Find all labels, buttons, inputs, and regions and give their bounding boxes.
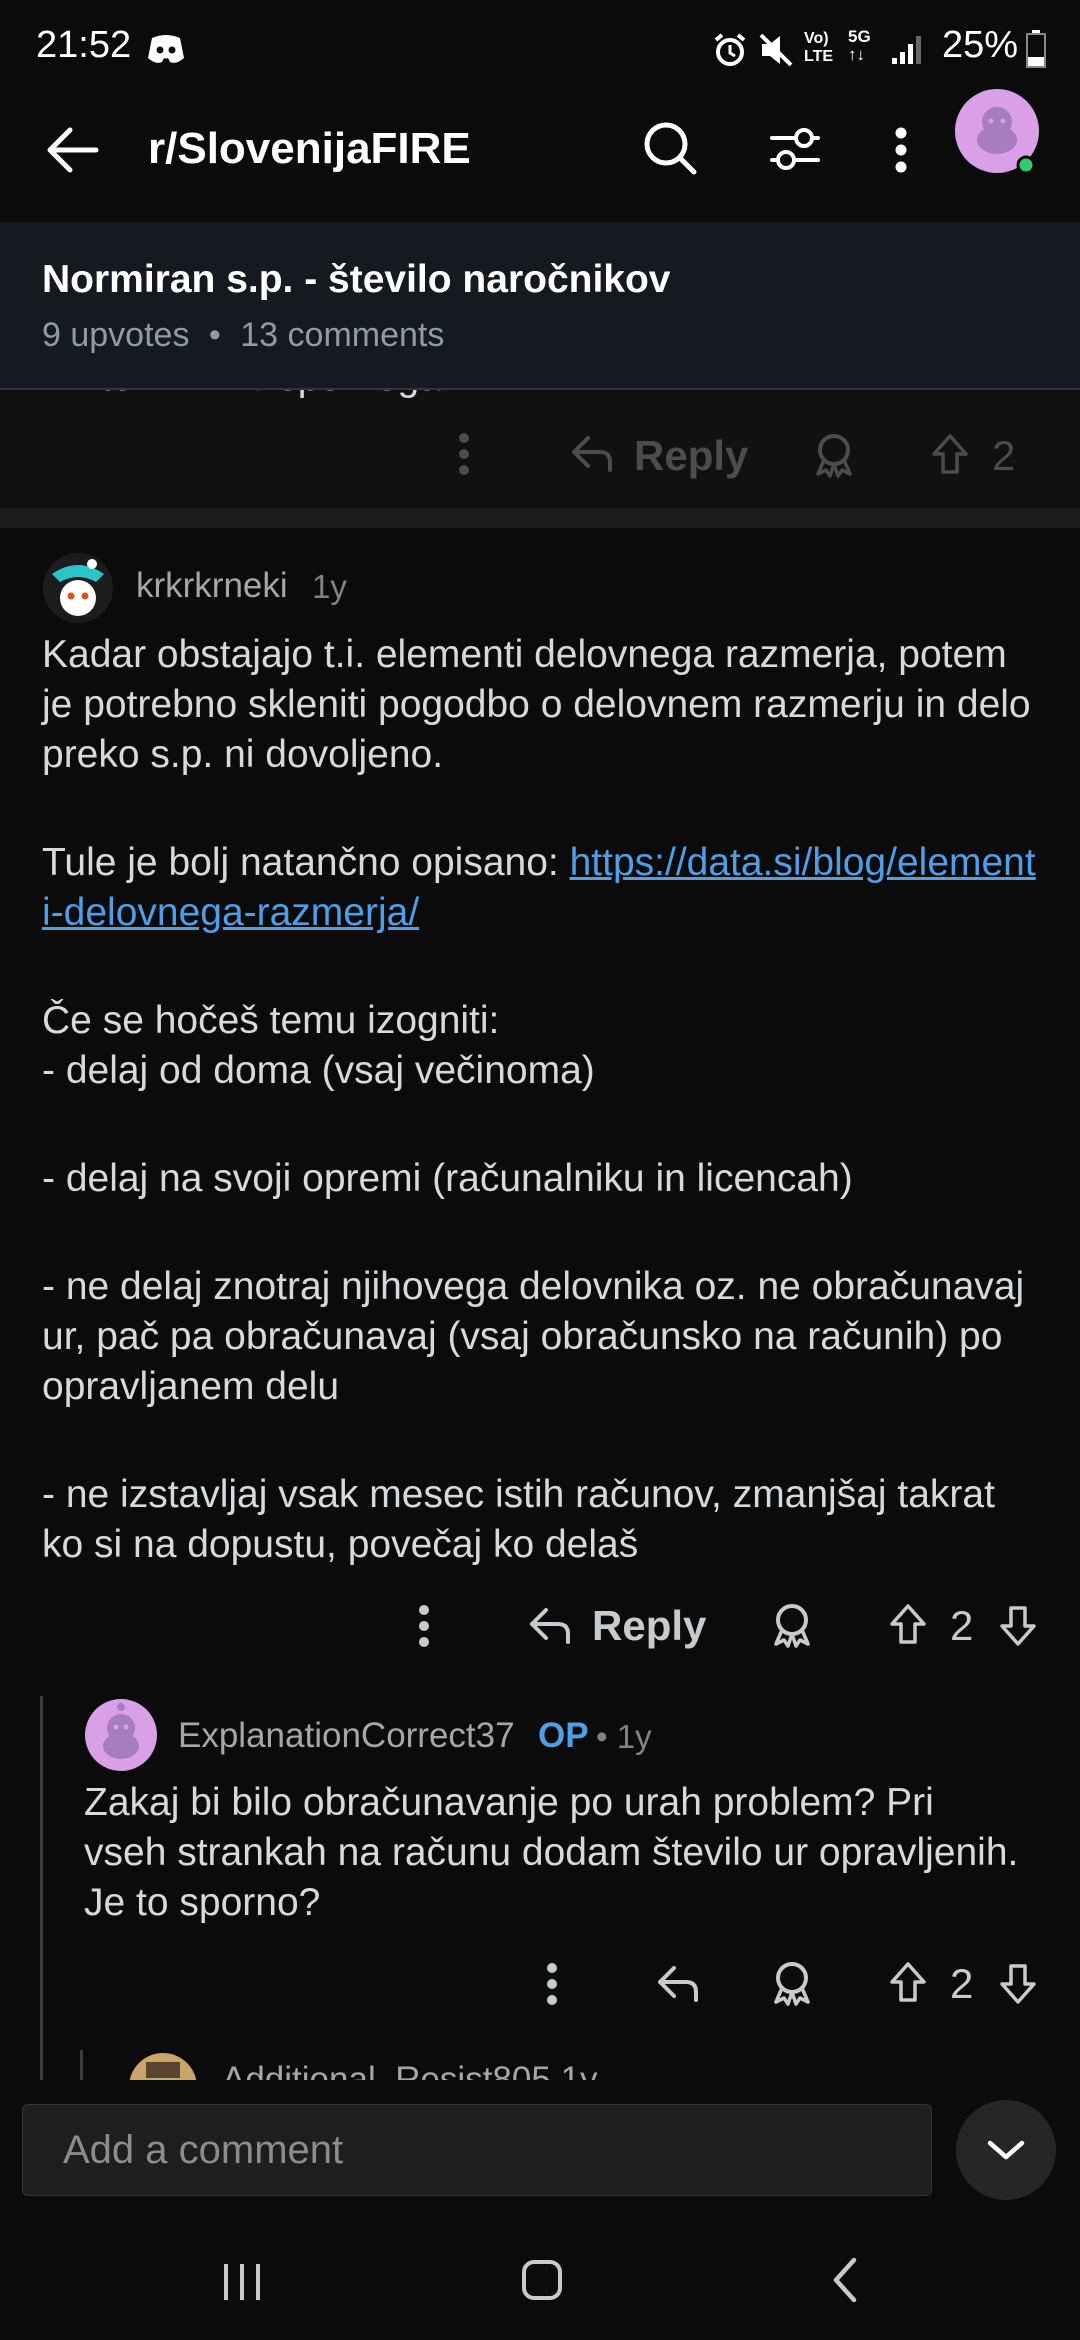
op-badge: OP (538, 1716, 589, 1755)
comment-age: 1y (312, 568, 347, 605)
upvote-count: 9 upvotes (42, 316, 190, 354)
chevron-down-icon (987, 2140, 1025, 2160)
reply-button[interactable]: Reply (634, 432, 748, 480)
add-comment-input[interactable]: Add a comment (22, 2104, 932, 2196)
avatar[interactable] (42, 552, 114, 624)
comment-paragraph: Kadar obstajajo t.i. elementi delovnega … (42, 633, 1031, 776)
comment-paragraph: - ne izstavljaj vsak mesec istih računov… (42, 1473, 995, 1566)
comment-divider (0, 508, 1080, 528)
award-icon[interactable] (770, 1960, 814, 2006)
comment-body: Kadar obstajajo t.i. elementi delovnega … (42, 630, 1042, 1628)
previous-comment-row (0, 390, 1080, 508)
post-title: Normiran s.p. - število naročnikov (42, 258, 671, 301)
comment-count: 13 comments (240, 316, 445, 354)
post-meta: 9 upvotes • 13 comments (42, 316, 444, 355)
reply-icon[interactable] (570, 434, 614, 474)
filter-icon[interactable] (768, 124, 822, 174)
reply-button[interactable]: Reply (592, 1602, 706, 1650)
comment-username[interactable]: Additional_Resist805 (222, 2062, 551, 2080)
signal-icon (890, 32, 924, 66)
post-header[interactable] (0, 222, 1080, 390)
avatar[interactable] (128, 2052, 198, 2080)
avatar[interactable] (84, 1698, 158, 1772)
thread-line[interactable] (40, 1696, 43, 2080)
user-avatar[interactable] (954, 88, 1040, 174)
mute-icon (758, 32, 794, 68)
meta-separator: • (208, 316, 221, 354)
comment-paragraph: - delaj na svoji opremi (računalniku in … (42, 1157, 853, 1200)
battery-text: 25% (941, 24, 1018, 66)
vote-count: 2 (992, 432, 1016, 479)
more-options-icon[interactable] (458, 432, 470, 476)
comment-paragraph: Če se hočeš temu izogniti: - delaj od do… (42, 999, 595, 1092)
thread-line[interactable] (80, 2050, 83, 2080)
link-lead-text: Tule je bolj natančno opisano: (42, 841, 570, 884)
award-icon[interactable] (770, 1602, 814, 1648)
upvote-icon[interactable] (888, 1960, 928, 2004)
collapse-button[interactable] (956, 2100, 1056, 2200)
status-bar: 21:52 Vo) LTE 5G ↑↓ 25% (0, 0, 1080, 100)
more-vertical-icon[interactable] (894, 126, 908, 174)
subreddit-title[interactable]: r/SlovenijaFIRE (148, 124, 471, 174)
comment-username[interactable]: ExplanationCorrect37 (178, 1716, 515, 1756)
comment-paragraph: - ne delaj znotraj njihovega delovnika o… (42, 1265, 1025, 1408)
downvote-icon[interactable] (998, 1604, 1038, 1648)
comment-body: Zakaj bi bilo obračunavanje po urah prob… (84, 1781, 1019, 1924)
reply-icon[interactable] (528, 1606, 572, 1646)
alarm-icon (712, 32, 748, 68)
comment-age: 1y (561, 2062, 598, 2080)
back-arrow-icon[interactable] (44, 124, 100, 176)
volte-icon: Vo) LTE (804, 30, 834, 65)
comment-age: • 1y (596, 1718, 652, 1755)
back-icon[interactable] (828, 2256, 864, 2304)
more-options-icon[interactable] (546, 1962, 558, 2006)
comment-username-partial[interactable]: Additional_Resist805 1y (222, 2062, 598, 2080)
comment-username[interactable]: krkrkrneki (136, 566, 288, 606)
upvote-icon[interactable] (888, 1602, 928, 1646)
recent-apps-icon[interactable] (220, 2260, 264, 2304)
vote-count: 2 (950, 1602, 974, 1649)
status-time: 21:52 (36, 24, 132, 66)
vote-count: 2 (950, 1960, 974, 2007)
search-icon[interactable] (642, 120, 698, 176)
discord-icon (146, 32, 186, 66)
battery-icon (1026, 30, 1046, 68)
upvote-icon[interactable] (930, 432, 970, 476)
award-icon[interactable] (812, 432, 856, 478)
more-options-icon[interactable] (418, 1604, 430, 1648)
5g-icon: 5G ↑↓ (848, 27, 871, 64)
comment-paragraph-with-link: Tule je bolj natančno opisano: https://d… (42, 838, 1042, 938)
downvote-icon[interactable] (998, 1962, 1038, 2006)
reply-icon[interactable] (656, 1964, 700, 2004)
home-icon[interactable] (520, 2256, 564, 2304)
